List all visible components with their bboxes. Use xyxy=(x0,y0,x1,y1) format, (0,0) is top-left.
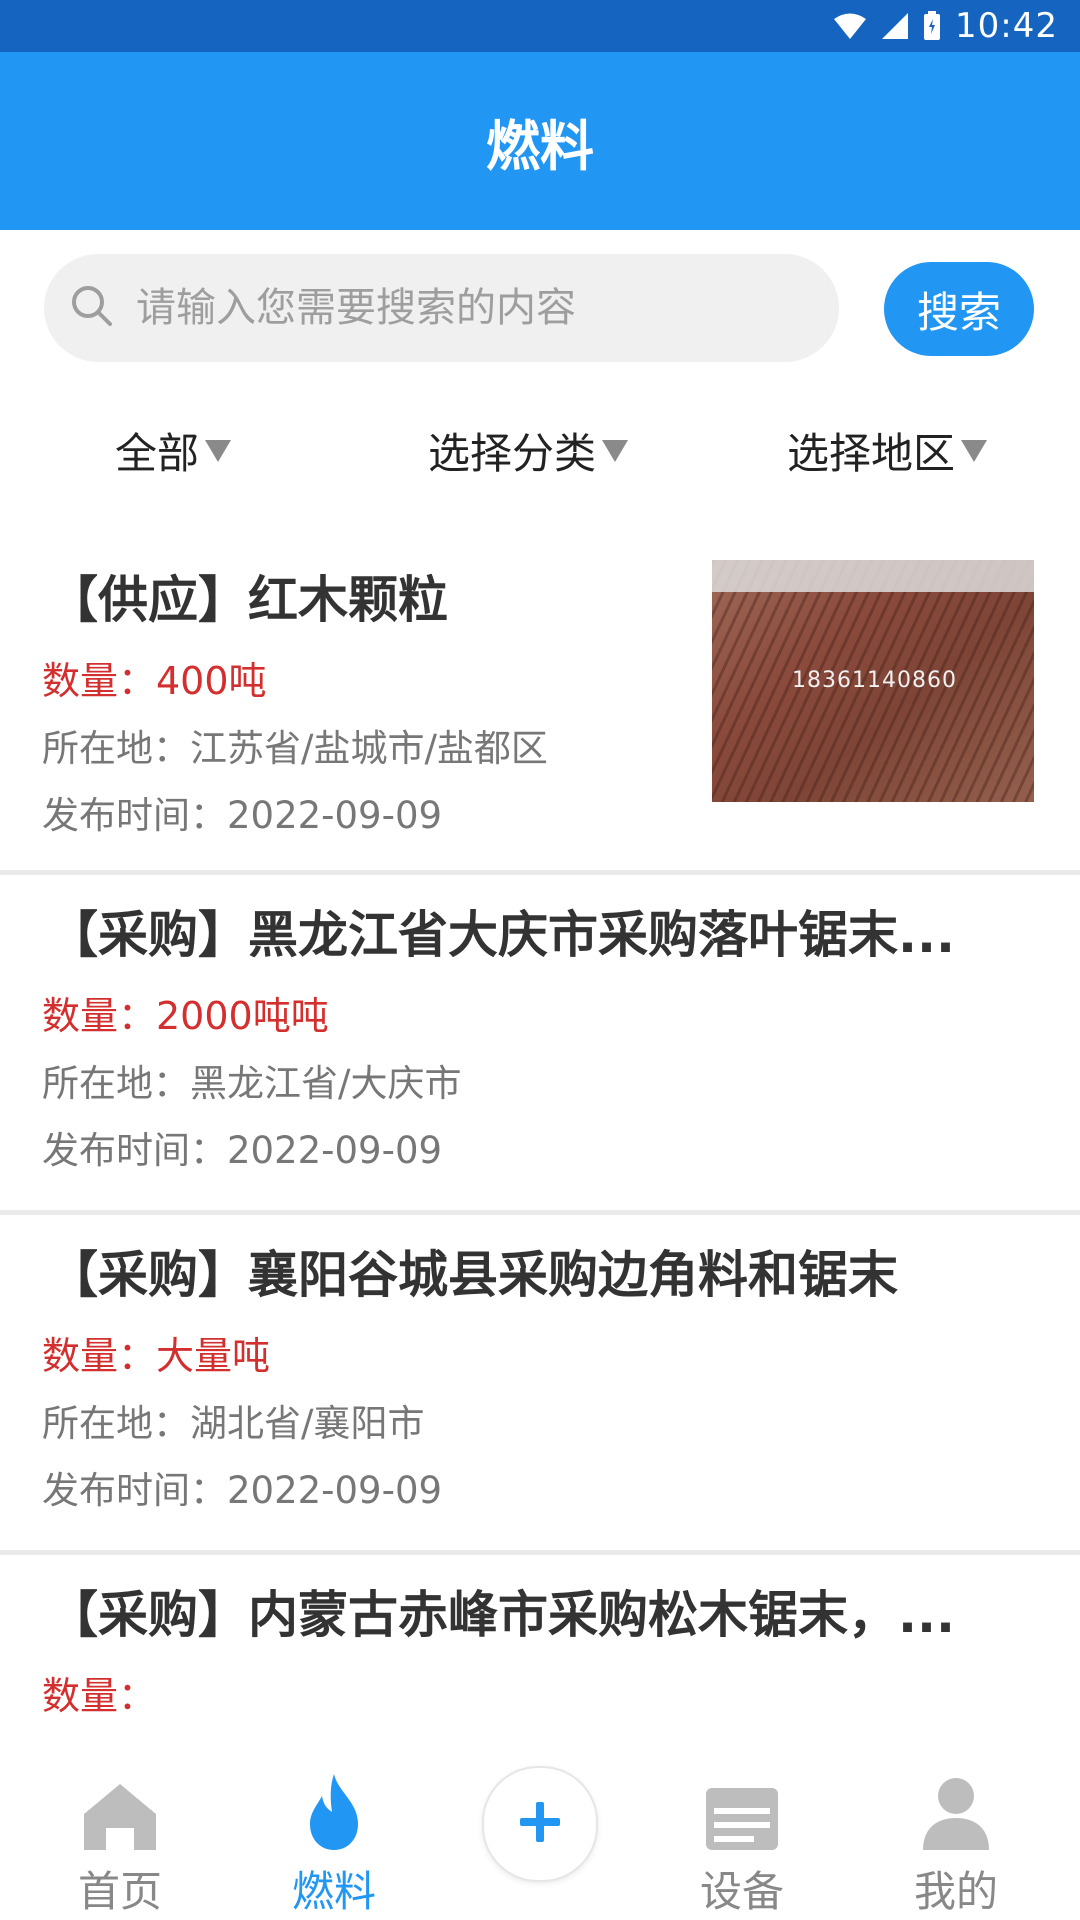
filter-bar: 全部 选择分类 选择地区 xyxy=(0,420,1080,500)
image-watermark: 18361140860 xyxy=(792,668,957,693)
item-quantity: 数量：400吨 xyxy=(42,659,267,703)
list-item[interactable]: 【采购】襄阳谷城县采购边角料和锯末 数量：大量吨 所在地：湖北省/襄阳市 发布时… xyxy=(0,1215,1080,1555)
search-row: 搜索 xyxy=(44,250,1044,366)
item-date: 发布时间：2022-09-09 xyxy=(42,1129,443,1172)
user-icon xyxy=(866,1762,1046,1852)
tab-label: 首页 xyxy=(77,1867,162,1916)
tab-fuel[interactable]: 燃料 xyxy=(244,1740,424,1920)
filter-category[interactable]: 选择分类 xyxy=(428,420,629,481)
listing-list: 【供应】红木颗粒 数量：400吨 所在地：江苏省/盐城市/盐都区 发布时间：20… xyxy=(0,540,1080,1755)
item-title: 【采购】黑龙江省大庆市采购落叶锯末... xyxy=(48,906,955,964)
triangle-down-icon xyxy=(205,439,232,462)
plus-icon xyxy=(518,1800,562,1848)
app-bar: 燃料 xyxy=(0,52,1080,230)
item-location: 所在地：江苏省/盐城市/盐都区 xyxy=(42,727,548,770)
image-rim xyxy=(712,560,1034,592)
tab-equipment[interactable]: 设备 xyxy=(652,1740,832,1920)
item-location: 所在地：湖北省/襄阳市 xyxy=(42,1402,425,1445)
filter-all[interactable]: 全部 xyxy=(115,420,232,481)
item-quantity: 数量： xyxy=(42,1674,157,1718)
home-icon xyxy=(30,1762,210,1852)
publish-button[interactable] xyxy=(482,1766,598,1882)
list-item[interactable]: 【采购】内蒙古赤峰市采购松木锯末，... 数量： xyxy=(0,1555,1080,1755)
tab-label: 我的 xyxy=(913,1867,998,1916)
flame-icon xyxy=(244,1762,424,1852)
item-title: 【供应】红木颗粒 xyxy=(48,571,448,629)
item-date: 发布时间：2022-09-09 xyxy=(42,1469,443,1512)
item-location: 所在地：黑龙江省/大庆市 xyxy=(42,1062,462,1105)
item-date: 发布时间：2022-09-09 xyxy=(42,794,443,837)
filter-label: 选择地区 xyxy=(787,429,956,478)
triangle-down-icon xyxy=(602,439,629,462)
bottom-tab-bar: 首页 燃料 设备 我的 xyxy=(0,1740,1080,1920)
battery-icon xyxy=(923,11,941,41)
filter-label: 全部 xyxy=(115,429,200,478)
search-box[interactable] xyxy=(44,254,839,362)
equipment-icon xyxy=(652,1762,832,1852)
item-title: 【采购】襄阳谷城县采购边角料和锯末 xyxy=(48,1246,898,1304)
search-icon xyxy=(70,284,114,332)
signal-icon xyxy=(881,12,909,40)
status-time: 10:42 xyxy=(955,6,1058,46)
item-quantity: 数量：大量吨 xyxy=(42,1334,271,1378)
search-button[interactable]: 搜索 xyxy=(884,262,1034,356)
tab-mine[interactable]: 我的 xyxy=(866,1740,1046,1920)
filter-label: 选择分类 xyxy=(428,429,597,478)
list-item[interactable]: 【采购】黑龙江省大庆市采购落叶锯末... 数量：2000吨吨 所在地：黑龙江省/… xyxy=(0,875,1080,1215)
item-title: 【采购】内蒙古赤峰市采购松木锯末，... xyxy=(48,1586,955,1644)
tab-label: 燃料 xyxy=(291,1867,376,1916)
search-input[interactable] xyxy=(134,284,778,332)
filter-region[interactable]: 选择地区 xyxy=(787,420,988,481)
status-bar: 10:42 xyxy=(0,0,1080,52)
wifi-icon xyxy=(833,12,867,40)
item-thumbnail: 18361140860 xyxy=(712,560,1034,802)
triangle-down-icon xyxy=(961,439,988,462)
item-quantity: 数量：2000吨吨 xyxy=(42,994,329,1038)
page-title: 燃料 xyxy=(486,114,594,178)
list-item[interactable]: 【供应】红木颗粒 数量：400吨 所在地：江苏省/盐城市/盐都区 发布时间：20… xyxy=(0,540,1080,875)
tab-home[interactable]: 首页 xyxy=(30,1740,210,1920)
tab-label: 设备 xyxy=(699,1867,784,1916)
